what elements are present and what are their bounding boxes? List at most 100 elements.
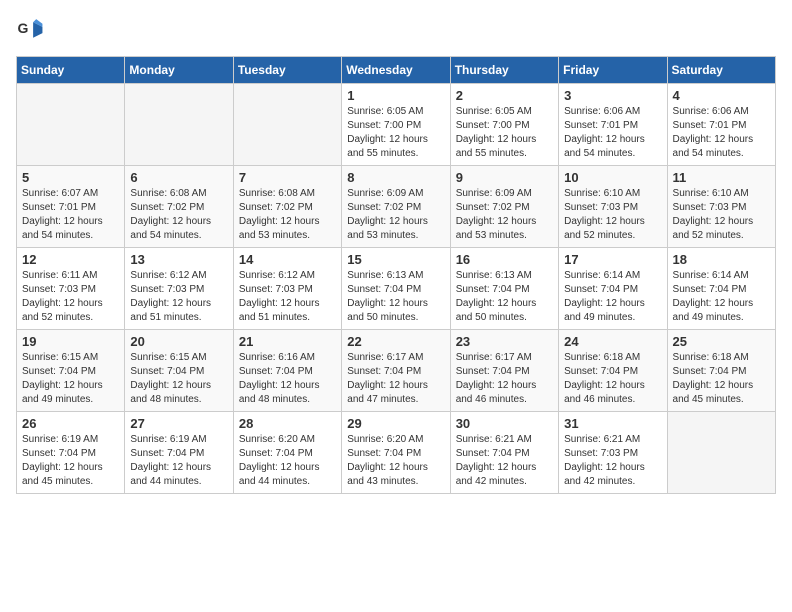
- day-of-week-header: Saturday: [667, 57, 775, 84]
- calendar-week-row: 1 Sunrise: 6:05 AM Sunset: 7:00 PM Dayli…: [17, 84, 776, 166]
- svg-text:G: G: [18, 20, 29, 36]
- calendar-cell: 20 Sunrise: 6:15 AM Sunset: 7:04 PM Dayl…: [125, 330, 233, 412]
- calendar-cell: 8 Sunrise: 6:09 AM Sunset: 7:02 PM Dayli…: [342, 166, 450, 248]
- cell-content: Sunrise: 6:09 AM Sunset: 7:02 PM Dayligh…: [456, 187, 553, 243]
- calendar-cell: 18 Sunrise: 6:14 AM Sunset: 7:04 PM Dayl…: [667, 248, 775, 330]
- calendar-cell: 23 Sunrise: 6:17 AM Sunset: 7:04 PM Dayl…: [450, 330, 558, 412]
- cell-content: Sunrise: 6:19 AM Sunset: 7:04 PM Dayligh…: [130, 433, 227, 489]
- logo-icon: G: [16, 16, 44, 44]
- day-number: 31: [564, 416, 661, 431]
- calendar-week-row: 26 Sunrise: 6:19 AM Sunset: 7:04 PM Dayl…: [17, 412, 776, 494]
- cell-content: Sunrise: 6:20 AM Sunset: 7:04 PM Dayligh…: [347, 433, 444, 489]
- calendar-cell: 3 Sunrise: 6:06 AM Sunset: 7:01 PM Dayli…: [559, 84, 667, 166]
- calendar-cell: 11 Sunrise: 6:10 AM Sunset: 7:03 PM Dayl…: [667, 166, 775, 248]
- calendar-cell: 14 Sunrise: 6:12 AM Sunset: 7:03 PM Dayl…: [233, 248, 341, 330]
- day-number: 29: [347, 416, 444, 431]
- day-of-week-header: Sunday: [17, 57, 125, 84]
- calendar-week-row: 12 Sunrise: 6:11 AM Sunset: 7:03 PM Dayl…: [17, 248, 776, 330]
- calendar-cell: 22 Sunrise: 6:17 AM Sunset: 7:04 PM Dayl…: [342, 330, 450, 412]
- day-number: 20: [130, 334, 227, 349]
- cell-content: Sunrise: 6:17 AM Sunset: 7:04 PM Dayligh…: [347, 351, 444, 407]
- cell-content: Sunrise: 6:06 AM Sunset: 7:01 PM Dayligh…: [673, 105, 770, 161]
- calendar-cell: [125, 84, 233, 166]
- calendar-table: SundayMondayTuesdayWednesdayThursdayFrid…: [16, 56, 776, 494]
- day-number: 13: [130, 252, 227, 267]
- day-of-week-header: Tuesday: [233, 57, 341, 84]
- calendar-cell: 7 Sunrise: 6:08 AM Sunset: 7:02 PM Dayli…: [233, 166, 341, 248]
- day-number: 9: [456, 170, 553, 185]
- calendar-week-row: 19 Sunrise: 6:15 AM Sunset: 7:04 PM Dayl…: [17, 330, 776, 412]
- day-of-week-header: Monday: [125, 57, 233, 84]
- calendar-cell: 21 Sunrise: 6:16 AM Sunset: 7:04 PM Dayl…: [233, 330, 341, 412]
- day-number: 21: [239, 334, 336, 349]
- calendar-cell: [233, 84, 341, 166]
- cell-content: Sunrise: 6:18 AM Sunset: 7:04 PM Dayligh…: [673, 351, 770, 407]
- calendar-cell: 2 Sunrise: 6:05 AM Sunset: 7:00 PM Dayli…: [450, 84, 558, 166]
- day-number: 6: [130, 170, 227, 185]
- calendar-cell: [667, 412, 775, 494]
- cell-content: Sunrise: 6:07 AM Sunset: 7:01 PM Dayligh…: [22, 187, 119, 243]
- cell-content: Sunrise: 6:11 AM Sunset: 7:03 PM Dayligh…: [22, 269, 119, 325]
- day-number: 22: [347, 334, 444, 349]
- day-number: 5: [22, 170, 119, 185]
- cell-content: Sunrise: 6:06 AM Sunset: 7:01 PM Dayligh…: [564, 105, 661, 161]
- calendar-cell: 17 Sunrise: 6:14 AM Sunset: 7:04 PM Dayl…: [559, 248, 667, 330]
- calendar-cell: 5 Sunrise: 6:07 AM Sunset: 7:01 PM Dayli…: [17, 166, 125, 248]
- day-number: 28: [239, 416, 336, 431]
- cell-content: Sunrise: 6:21 AM Sunset: 7:04 PM Dayligh…: [456, 433, 553, 489]
- day-number: 30: [456, 416, 553, 431]
- calendar-week-row: 5 Sunrise: 6:07 AM Sunset: 7:01 PM Dayli…: [17, 166, 776, 248]
- calendar-cell: 4 Sunrise: 6:06 AM Sunset: 7:01 PM Dayli…: [667, 84, 775, 166]
- calendar-cell: 30 Sunrise: 6:21 AM Sunset: 7:04 PM Dayl…: [450, 412, 558, 494]
- day-number: 19: [22, 334, 119, 349]
- cell-content: Sunrise: 6:08 AM Sunset: 7:02 PM Dayligh…: [239, 187, 336, 243]
- cell-content: Sunrise: 6:13 AM Sunset: 7:04 PM Dayligh…: [347, 269, 444, 325]
- cell-content: Sunrise: 6:13 AM Sunset: 7:04 PM Dayligh…: [456, 269, 553, 325]
- cell-content: Sunrise: 6:05 AM Sunset: 7:00 PM Dayligh…: [347, 105, 444, 161]
- day-number: 1: [347, 88, 444, 103]
- day-number: 3: [564, 88, 661, 103]
- day-number: 7: [239, 170, 336, 185]
- cell-content: Sunrise: 6:21 AM Sunset: 7:03 PM Dayligh…: [564, 433, 661, 489]
- cell-content: Sunrise: 6:08 AM Sunset: 7:02 PM Dayligh…: [130, 187, 227, 243]
- cell-content: Sunrise: 6:17 AM Sunset: 7:04 PM Dayligh…: [456, 351, 553, 407]
- calendar-cell: 6 Sunrise: 6:08 AM Sunset: 7:02 PM Dayli…: [125, 166, 233, 248]
- calendar-header-row: SundayMondayTuesdayWednesdayThursdayFrid…: [17, 57, 776, 84]
- calendar-cell: 1 Sunrise: 6:05 AM Sunset: 7:00 PM Dayli…: [342, 84, 450, 166]
- cell-content: Sunrise: 6:10 AM Sunset: 7:03 PM Dayligh…: [673, 187, 770, 243]
- calendar-cell: [17, 84, 125, 166]
- cell-content: Sunrise: 6:14 AM Sunset: 7:04 PM Dayligh…: [673, 269, 770, 325]
- logo: G: [16, 16, 48, 44]
- day-number: 23: [456, 334, 553, 349]
- calendar-cell: 24 Sunrise: 6:18 AM Sunset: 7:04 PM Dayl…: [559, 330, 667, 412]
- cell-content: Sunrise: 6:19 AM Sunset: 7:04 PM Dayligh…: [22, 433, 119, 489]
- calendar-cell: 9 Sunrise: 6:09 AM Sunset: 7:02 PM Dayli…: [450, 166, 558, 248]
- cell-content: Sunrise: 6:14 AM Sunset: 7:04 PM Dayligh…: [564, 269, 661, 325]
- day-number: 11: [673, 170, 770, 185]
- cell-content: Sunrise: 6:18 AM Sunset: 7:04 PM Dayligh…: [564, 351, 661, 407]
- calendar-cell: 28 Sunrise: 6:20 AM Sunset: 7:04 PM Dayl…: [233, 412, 341, 494]
- cell-content: Sunrise: 6:09 AM Sunset: 7:02 PM Dayligh…: [347, 187, 444, 243]
- cell-content: Sunrise: 6:10 AM Sunset: 7:03 PM Dayligh…: [564, 187, 661, 243]
- day-of-week-header: Thursday: [450, 57, 558, 84]
- day-number: 27: [130, 416, 227, 431]
- calendar-cell: 25 Sunrise: 6:18 AM Sunset: 7:04 PM Dayl…: [667, 330, 775, 412]
- day-of-week-header: Friday: [559, 57, 667, 84]
- cell-content: Sunrise: 6:15 AM Sunset: 7:04 PM Dayligh…: [22, 351, 119, 407]
- calendar-cell: 29 Sunrise: 6:20 AM Sunset: 7:04 PM Dayl…: [342, 412, 450, 494]
- calendar-cell: 19 Sunrise: 6:15 AM Sunset: 7:04 PM Dayl…: [17, 330, 125, 412]
- calendar-cell: 13 Sunrise: 6:12 AM Sunset: 7:03 PM Dayl…: [125, 248, 233, 330]
- calendar-cell: 16 Sunrise: 6:13 AM Sunset: 7:04 PM Dayl…: [450, 248, 558, 330]
- cell-content: Sunrise: 6:15 AM Sunset: 7:04 PM Dayligh…: [130, 351, 227, 407]
- calendar-cell: 27 Sunrise: 6:19 AM Sunset: 7:04 PM Dayl…: [125, 412, 233, 494]
- day-number: 16: [456, 252, 553, 267]
- day-number: 10: [564, 170, 661, 185]
- day-number: 2: [456, 88, 553, 103]
- day-number: 4: [673, 88, 770, 103]
- day-number: 15: [347, 252, 444, 267]
- calendar-cell: 26 Sunrise: 6:19 AM Sunset: 7:04 PM Dayl…: [17, 412, 125, 494]
- calendar-cell: 31 Sunrise: 6:21 AM Sunset: 7:03 PM Dayl…: [559, 412, 667, 494]
- day-number: 17: [564, 252, 661, 267]
- day-number: 8: [347, 170, 444, 185]
- day-number: 24: [564, 334, 661, 349]
